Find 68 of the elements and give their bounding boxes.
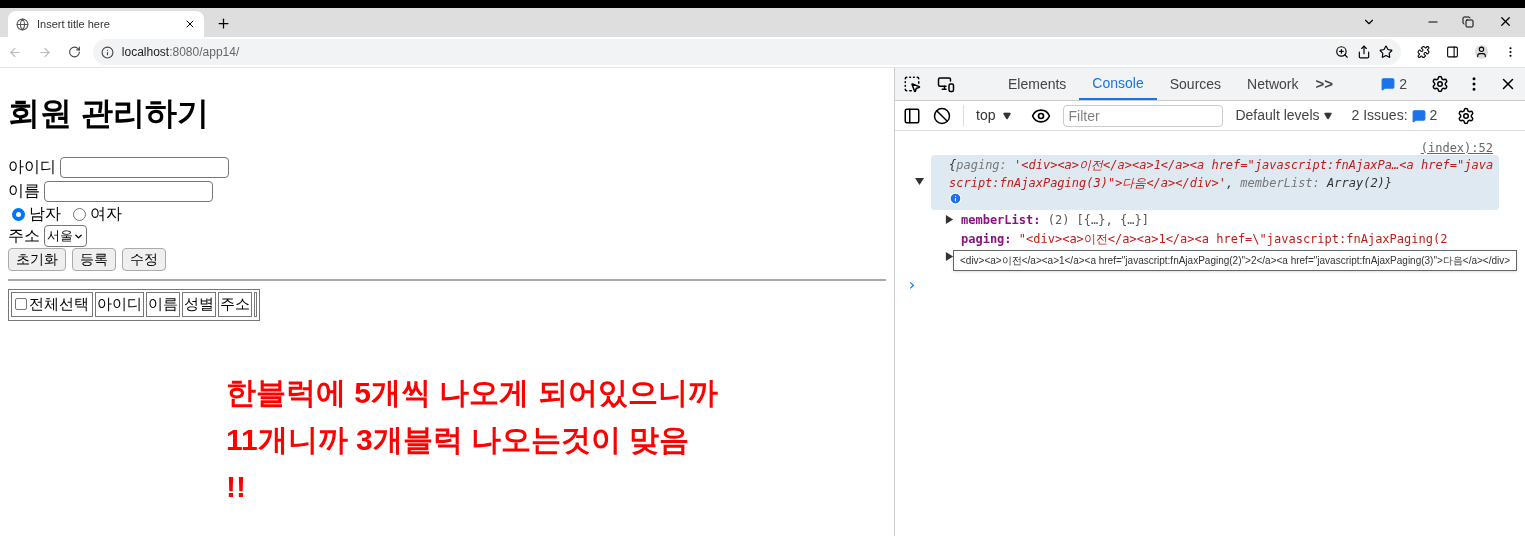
field-label: 이름 xyxy=(8,181,40,201)
star-icon[interactable] xyxy=(1379,45,1394,59)
messages-badge[interactable]: 2 xyxy=(1381,73,1407,95)
extensions-icon[interactable] xyxy=(1417,45,1431,59)
device-icon[interactable] xyxy=(937,75,955,93)
table-header-cell: 성별 xyxy=(182,292,216,317)
browser-tab[interactable]: Insert title here xyxy=(8,11,204,37)
property-line: memberList: (2) [{…}, {…}] xyxy=(961,211,1149,229)
property-line: paging: "<div><a>이전</a><a>1</a><a href=\"javascript:fnAjaxPaging(2 xyxy=(961,230,1448,248)
expand-arrow-icon[interactable] xyxy=(945,215,954,224)
field-label: 주소 xyxy=(8,226,40,246)
expand-arrow-icon[interactable] xyxy=(915,177,924,186)
form-button[interactable]: 등록 xyxy=(72,248,116,271)
profile-icon[interactable] xyxy=(1475,45,1489,59)
more-tabs-button[interactable]: >> xyxy=(1311,68,1337,100)
page-heading: 회원 관리하기 xyxy=(8,94,210,133)
devtools-tab[interactable]: Sources xyxy=(1156,68,1235,100)
issues-badge[interactable]: 2 xyxy=(1411,105,1438,126)
new-tab-icon[interactable] xyxy=(216,16,231,31)
table-header-cell: 아이디 xyxy=(95,292,144,317)
address-bar[interactable]: localhost:8080/app14/ xyxy=(92,39,1402,65)
checkbox[interactable] xyxy=(15,298,27,311)
text-input[interactable] xyxy=(44,180,213,202)
info-icon xyxy=(949,192,962,205)
settings-icon[interactable] xyxy=(1431,75,1449,93)
form-button[interactable]: 수정 xyxy=(122,248,166,271)
issues-label: 2 Issues: xyxy=(1351,106,1408,125)
filter-field[interactable]: Filter xyxy=(1063,104,1224,127)
info-icon xyxy=(100,45,114,59)
column-label: 전체선택 xyxy=(29,294,89,314)
devtools-tab[interactable]: Console xyxy=(1079,68,1157,100)
table-header-cell: 주소 xyxy=(218,292,252,317)
close-icon[interactable] xyxy=(184,18,196,30)
expand-arrow-icon[interactable] xyxy=(945,252,954,261)
settings-icon[interactable] xyxy=(1457,106,1476,125)
annotation-text: 한블럭에 5개씩 나오게 되어있으니까 xyxy=(226,374,719,411)
reload-icon[interactable] xyxy=(67,45,81,59)
side-panel-icon[interactable] xyxy=(1446,45,1460,59)
clear-icon[interactable] xyxy=(933,106,951,125)
annotation-text: 11개니까 3개블럭 나오는것이 맞음 xyxy=(226,421,691,458)
devtools-tab[interactable]: Network xyxy=(1234,68,1312,100)
inspect-icon[interactable] xyxy=(903,75,921,93)
globe-icon xyxy=(16,17,29,31)
share-icon[interactable] xyxy=(1357,45,1372,59)
radio-label: 남자 xyxy=(29,204,61,224)
tab-title: Insert title here xyxy=(37,16,111,32)
zoom-icon[interactable] xyxy=(1335,45,1350,59)
context-select[interactable]: top xyxy=(963,105,1012,126)
field-label: 아이디 xyxy=(8,157,56,177)
source-link[interactable]: (index):52 xyxy=(1420,141,1493,155)
dropdown-triangle-icon xyxy=(1323,111,1332,120)
restore-icon[interactable] xyxy=(1462,16,1474,28)
sidebar-icon[interactable] xyxy=(903,106,921,125)
levels-select[interactable]: Default levels xyxy=(1235,105,1332,126)
dropdown-triangle-icon xyxy=(1003,111,1012,120)
radio-label: 여자 xyxy=(90,204,122,224)
close-icon[interactable] xyxy=(1498,14,1513,29)
radio-button[interactable] xyxy=(12,207,25,221)
table-header-cell: 이름 xyxy=(146,292,180,317)
text-input[interactable] xyxy=(60,156,229,178)
devtools-tab[interactable]: Elements xyxy=(995,68,1080,100)
tooltip: <div><a>이전</a><a>1</a><a href="javascript:fnAjaxPaging(2)">2</a><a href="javascript:fnAjaxPaging(3)">다음</a></div> xyxy=(953,250,1518,271)
form-button[interactable]: 초기화 xyxy=(8,248,66,271)
console-prompt[interactable]: › xyxy=(907,273,1525,297)
url-text: localhost:8080/app14/ xyxy=(121,44,240,61)
address-select[interactable]: 서울 xyxy=(44,225,87,247)
object-summary: {paging: '<div><a>이전</a><a>1</a><a href="javascript:fnAjaxPa…<a href="javascript:fnAjaxPaging(3)">다음</a></div>', memberList: Array(2)} xyxy=(949,157,1495,192)
annotation-text: !! xyxy=(226,468,247,505)
